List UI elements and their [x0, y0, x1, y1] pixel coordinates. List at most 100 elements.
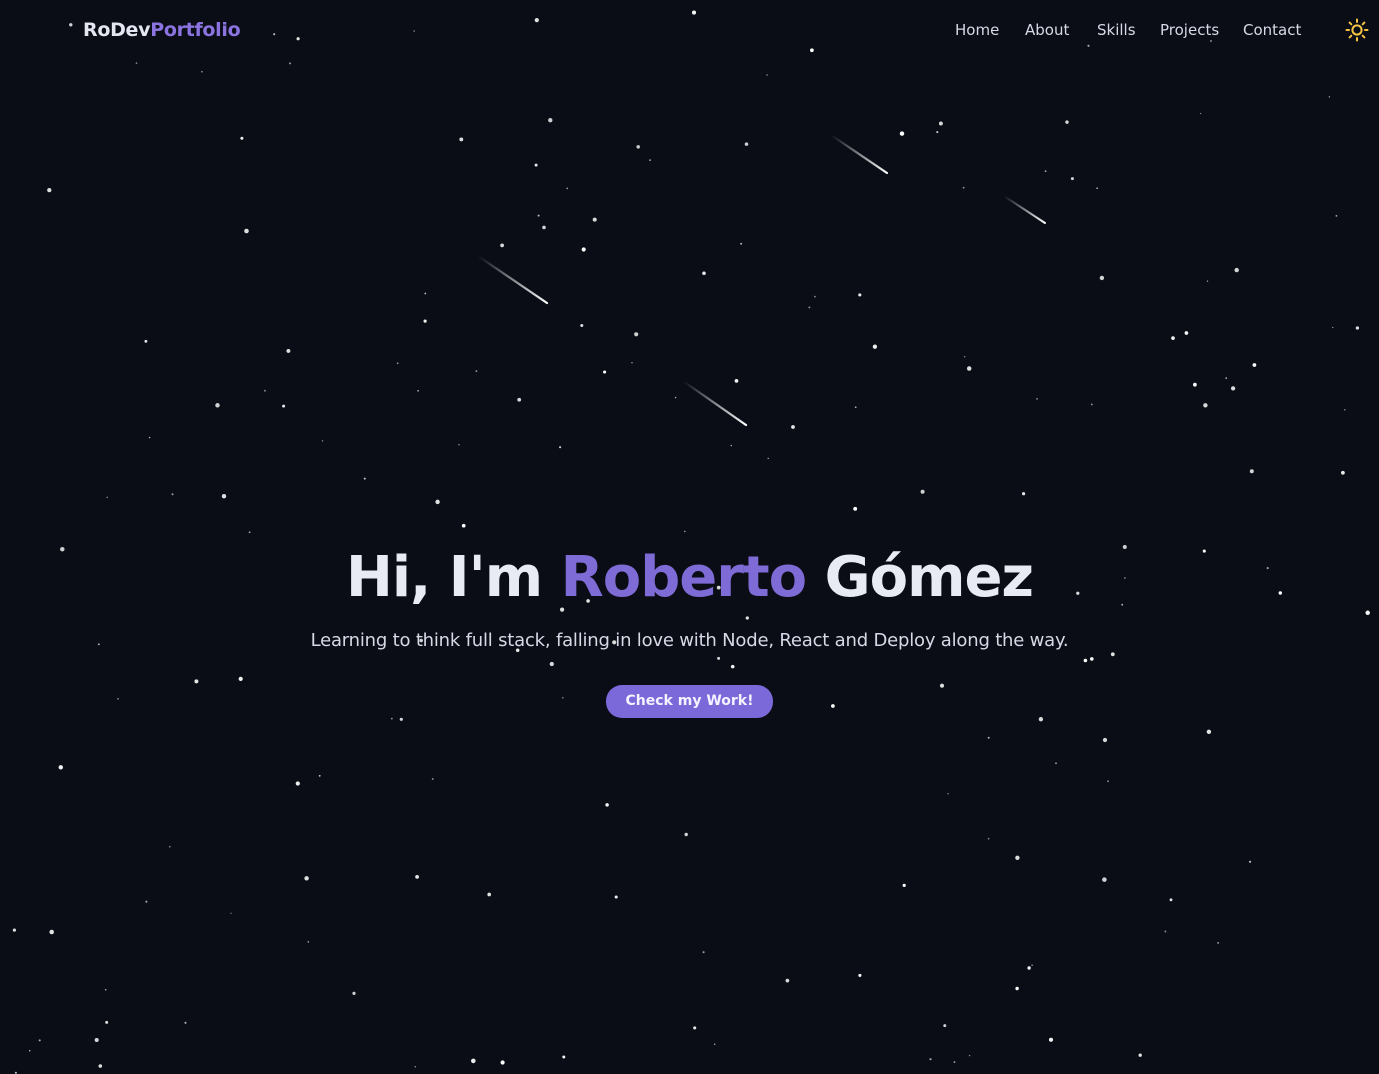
- star: [295, 781, 300, 786]
- hero-subtitle: Learning to think full stack, falling in…: [310, 630, 1069, 651]
- star: [215, 403, 220, 408]
- star: [603, 370, 607, 374]
- star: [1096, 187, 1098, 190]
- star: [702, 951, 705, 954]
- star: [785, 978, 790, 983]
- star: [684, 832, 688, 837]
- star: [240, 136, 244, 140]
- star: [248, 531, 251, 534]
- star: [417, 389, 419, 392]
- star: [853, 506, 858, 511]
- star: [49, 929, 54, 935]
- star: [987, 736, 990, 739]
- star: [1015, 855, 1020, 860]
- star: [636, 145, 640, 149]
- star: [423, 319, 427, 323]
- star: [1332, 326, 1334, 329]
- star: [1249, 469, 1254, 474]
- nav-link-projects[interactable]: Projects: [1160, 21, 1219, 39]
- star: [318, 774, 321, 777]
- starfield-background: [12, 10, 1370, 1074]
- star: [902, 883, 906, 888]
- star: [1015, 986, 1019, 991]
- star: [872, 344, 878, 349]
- star: [1328, 96, 1331, 98]
- star: [500, 1060, 505, 1065]
- star: [1225, 377, 1228, 379]
- star: [1048, 1037, 1054, 1042]
- star: [104, 989, 107, 991]
- star: [899, 131, 905, 136]
- star: [1102, 737, 1108, 743]
- star: [1044, 170, 1047, 173]
- star: [145, 900, 148, 903]
- star: [537, 214, 540, 217]
- star: [475, 370, 478, 373]
- star: [424, 292, 427, 295]
- star: [282, 404, 286, 408]
- star: [947, 793, 949, 795]
- star: [920, 489, 925, 494]
- star: [201, 70, 203, 73]
- star: [58, 765, 64, 770]
- star: [962, 186, 965, 189]
- nav-link-contact[interactable]: Contact: [1243, 21, 1301, 39]
- hero-greeting: Hi, I'm: [345, 545, 543, 610]
- star: [581, 247, 586, 252]
- star: [517, 397, 522, 402]
- star: [414, 1066, 416, 1068]
- star: [105, 1020, 109, 1024]
- star: [1164, 930, 1167, 933]
- star: [38, 1039, 41, 1042]
- star: [767, 457, 769, 460]
- star: [12, 928, 16, 932]
- nav-link-home[interactable]: Home: [955, 21, 999, 39]
- star: [938, 121, 943, 126]
- star: [858, 293, 862, 297]
- star: [534, 163, 538, 167]
- star: [94, 1037, 99, 1043]
- star: [605, 803, 609, 807]
- star: [614, 895, 618, 899]
- star: [858, 973, 862, 977]
- star: [1065, 120, 1069, 124]
- nav-menu: Home About Skills Projects Contact: [0, 21, 1379, 45]
- star: [286, 348, 291, 353]
- star: [168, 845, 171, 848]
- star: [396, 362, 399, 365]
- star: [471, 1058, 476, 1064]
- star: [1184, 331, 1189, 335]
- star: [559, 446, 562, 449]
- star: [936, 131, 939, 134]
- star: [814, 295, 816, 298]
- shooting-star: [681, 379, 748, 427]
- star: [1344, 409, 1346, 411]
- star: [713, 1043, 716, 1045]
- shooting-star: [476, 254, 549, 305]
- star: [1230, 386, 1236, 391]
- star: [634, 332, 639, 337]
- star: [459, 137, 464, 142]
- star: [649, 159, 651, 162]
- check-my-work-button[interactable]: Check my Work!: [605, 685, 774, 718]
- star: [1193, 382, 1197, 387]
- star: [106, 496, 108, 498]
- star: [399, 717, 403, 721]
- star: [352, 991, 356, 995]
- star: [304, 876, 309, 881]
- nav-link-skills[interactable]: Skills: [1097, 21, 1136, 39]
- star: [730, 444, 733, 447]
- star: [1099, 275, 1105, 281]
- star: [28, 1049, 31, 1052]
- star: [171, 493, 174, 496]
- star: [144, 339, 148, 343]
- hero-last-name: Gómez: [824, 545, 1034, 610]
- theme-toggle-button[interactable]: [1344, 17, 1370, 43]
- star: [791, 425, 795, 429]
- star: [148, 436, 151, 439]
- star: [592, 217, 597, 222]
- star: [1138, 1053, 1142, 1057]
- star: [744, 142, 749, 146]
- star: [47, 187, 52, 193]
- nav-link-about[interactable]: About: [1025, 21, 1069, 39]
